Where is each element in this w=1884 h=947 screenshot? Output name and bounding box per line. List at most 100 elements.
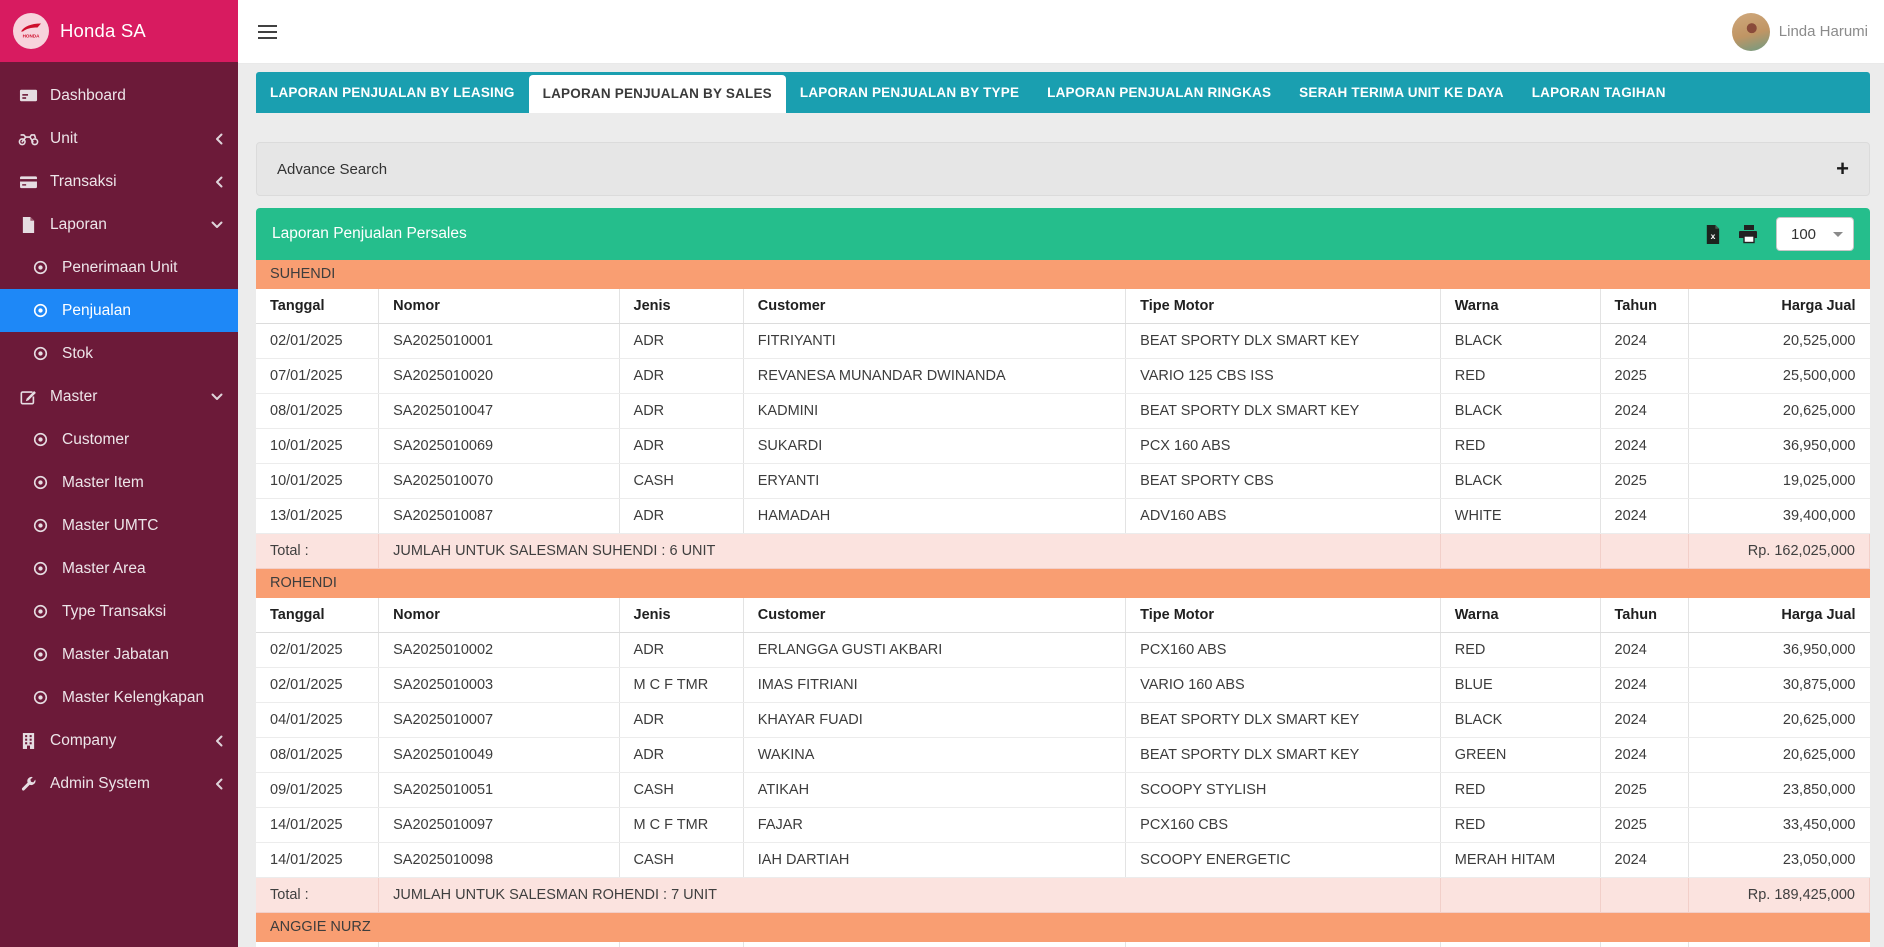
sidebar-item-label: Admin System xyxy=(50,775,150,793)
cell-tipe-motor: BEAT SPORTY DLX SMART KEY xyxy=(1126,738,1441,773)
tab-serah-terima-unit-ke-daya[interactable]: SERAH TERIMA UNIT KE DAYA xyxy=(1285,72,1518,113)
cell-tanggal: 02/01/2025 xyxy=(256,668,379,703)
sidebar-item-label: Customer xyxy=(62,431,129,449)
sidebar-item-label: Master UMTC xyxy=(62,517,158,535)
tab-laporan-penjualan-ringkas[interactable]: LAPORAN PENJUALAN RINGKAS xyxy=(1033,72,1285,113)
sidebar-item-label: Master Area xyxy=(62,560,146,578)
cell-jenis: ADR xyxy=(619,738,743,773)
cell-jenis: CASH xyxy=(619,773,743,808)
dot-circle-icon xyxy=(28,260,52,275)
chevron-left-icon xyxy=(215,133,223,145)
print-icon[interactable] xyxy=(1739,224,1759,244)
cell-customer: IAH DARTIAH xyxy=(743,843,1125,878)
advance-search-panel[interactable]: Advance Search + xyxy=(256,142,1870,196)
table-row: 02/01/2025SA2025010003M C F TMRIMAS FITR… xyxy=(256,668,1870,703)
table-row: 07/01/2025SA2025010020ADRREVANESA MUNAND… xyxy=(256,359,1870,394)
svg-text:x: x xyxy=(1711,231,1716,241)
cell-warna: RED xyxy=(1440,359,1600,394)
cell-warna: BLACK xyxy=(1440,703,1600,738)
hamburger-menu-icon[interactable] xyxy=(258,24,277,39)
brand-header[interactable]: HONDA Honda SA xyxy=(0,0,238,62)
table-row: 02/01/2025SA2025010002ADRERLANGGA GUSTI … xyxy=(256,633,1870,668)
sidebar-item-dashboard[interactable]: Dashboard xyxy=(0,74,238,117)
sidebar-item-type-transaksi[interactable]: Type Transaksi xyxy=(0,590,238,633)
sidebar-item-label: Company xyxy=(50,732,116,750)
table-row: 08/01/2025SA2025010047ADRKADMINIBEAT SPO… xyxy=(256,394,1870,429)
cell-harga-jual: 36,950,000 xyxy=(1689,633,1870,668)
file-icon xyxy=(16,216,40,234)
cell-tahun: 2024 xyxy=(1600,499,1689,534)
column-header-row: TanggalNomorJenisCustomerTipe MotorWarna… xyxy=(256,942,1870,947)
sidebar-item-customer[interactable]: Customer xyxy=(0,418,238,461)
cell-jenis: ADR xyxy=(619,703,743,738)
sidebar-item-master-umtc[interactable]: Master UMTC xyxy=(0,504,238,547)
table-row: 10/01/2025SA2025010069ADRSUKARDIPCX 160 … xyxy=(256,429,1870,464)
column-header-customer: Customer xyxy=(743,598,1125,633)
user-menu[interactable]: Linda Harumi xyxy=(1732,13,1868,51)
cell-harga-jual: 23,050,000 xyxy=(1689,843,1870,878)
excel-export-icon[interactable]: x xyxy=(1703,224,1722,245)
sidebar-item-laporan[interactable]: Laporan xyxy=(0,203,238,246)
total-empty-warna xyxy=(1440,534,1600,569)
sidebar-item-penerimaan-unit[interactable]: Penerimaan Unit xyxy=(0,246,238,289)
total-row: Total :JUMLAH UNTUK SALESMAN SUHENDI : 6… xyxy=(256,534,1870,569)
sidebar-nav: DashboardUnit Transaksi Laporan Penerimaan … xyxy=(0,62,238,805)
salesman-section-header: ROHENDI xyxy=(256,569,1870,599)
motorcycle-icon xyxy=(16,131,40,146)
column-header-customer: Customer xyxy=(743,942,1125,947)
cell-tanggal: 13/01/2025 xyxy=(256,499,379,534)
chevron-left-icon xyxy=(215,176,223,188)
sidebar-item-master-jabatan[interactable]: Master Jabatan xyxy=(0,633,238,676)
page-title: Laporan Penjualan Persales xyxy=(272,225,467,243)
chevron-down-icon xyxy=(211,221,223,229)
total-label: Total : xyxy=(256,534,379,569)
sidebar-item-master-area[interactable]: Master Area xyxy=(0,547,238,590)
cell-warna: WHITE xyxy=(1440,499,1600,534)
tab-laporan-penjualan-by-type[interactable]: LAPORAN PENJUALAN BY TYPE xyxy=(786,72,1033,113)
sidebar-item-transaksi[interactable]: Transaksi xyxy=(0,160,238,203)
sidebar-item-master-item[interactable]: Master Item xyxy=(0,461,238,504)
total-summary: JUMLAH UNTUK SALESMAN SUHENDI : 6 UNIT xyxy=(379,534,1441,569)
report-body: SUHENDITanggalNomorJenisCustomerTipe Mot… xyxy=(256,260,1870,947)
cell-tahun: 2025 xyxy=(1600,808,1689,843)
tab-laporan-penjualan-by-sales[interactable]: LAPORAN PENJUALAN BY SALES xyxy=(529,75,786,113)
report-table: SUHENDITanggalNomorJenisCustomerTipe Mot… xyxy=(256,260,1870,947)
dot-circle-icon xyxy=(28,346,52,361)
column-header-harga-jual: Harga Jual xyxy=(1689,598,1870,633)
user-name: Linda Harumi xyxy=(1779,23,1868,40)
column-header-harga-jual: Harga Jual xyxy=(1689,942,1870,947)
sidebar-item-master-kelengkapan[interactable]: Master Kelengkapan xyxy=(0,676,238,719)
cell-customer: FAJAR xyxy=(743,808,1125,843)
sidebar-item-master[interactable]: Master xyxy=(0,375,238,418)
cell-warna: RED xyxy=(1440,808,1600,843)
cell-customer: ATIKAH xyxy=(743,773,1125,808)
table-row: 13/01/2025SA2025010087ADRHAMADAHADV160 A… xyxy=(256,499,1870,534)
report-toolbar: x 100 xyxy=(1703,217,1854,251)
cell-nomor: SA2025010051 xyxy=(379,773,619,808)
tab-laporan-tagihan[interactable]: LAPORAN TAGIHAN xyxy=(1518,72,1680,113)
cell-harga-jual: 39,400,000 xyxy=(1689,499,1870,534)
sidebar-item-admin-system[interactable]: Admin System xyxy=(0,762,238,805)
page-size-select[interactable]: 100 xyxy=(1776,217,1854,251)
column-header-tanggal: Tanggal xyxy=(256,598,379,633)
cell-customer: REVANESA MUNANDAR DWINANDA xyxy=(743,359,1125,394)
tab-laporan-penjualan-by-leasing[interactable]: LAPORAN PENJUALAN BY LEASING xyxy=(256,72,529,113)
cell-tahun: 2025 xyxy=(1600,359,1689,394)
expand-plus-icon[interactable]: + xyxy=(1836,158,1849,180)
cell-jenis: ADR xyxy=(619,359,743,394)
chevron-down-icon xyxy=(1833,232,1843,237)
sidebar-item-stok[interactable]: Stok xyxy=(0,332,238,375)
sidebar-item-unit[interactable]: Unit xyxy=(0,117,238,160)
dashboard-icon xyxy=(16,87,40,104)
column-header-tipe-motor: Tipe Motor xyxy=(1126,942,1441,947)
cell-tahun: 2024 xyxy=(1600,843,1689,878)
cell-nomor: SA2025010087 xyxy=(379,499,619,534)
cell-nomor: SA2025010049 xyxy=(379,738,619,773)
sidebar-item-company[interactable]: Company xyxy=(0,719,238,762)
total-empty-warna xyxy=(1440,878,1600,913)
sidebar-item-label: Transaksi xyxy=(50,173,117,191)
cell-tahun: 2024 xyxy=(1600,703,1689,738)
sidebar-item-penjualan[interactable]: Penjualan xyxy=(0,289,238,332)
cell-tanggal: 14/01/2025 xyxy=(256,843,379,878)
sidebar-item-label: Laporan xyxy=(50,216,107,234)
